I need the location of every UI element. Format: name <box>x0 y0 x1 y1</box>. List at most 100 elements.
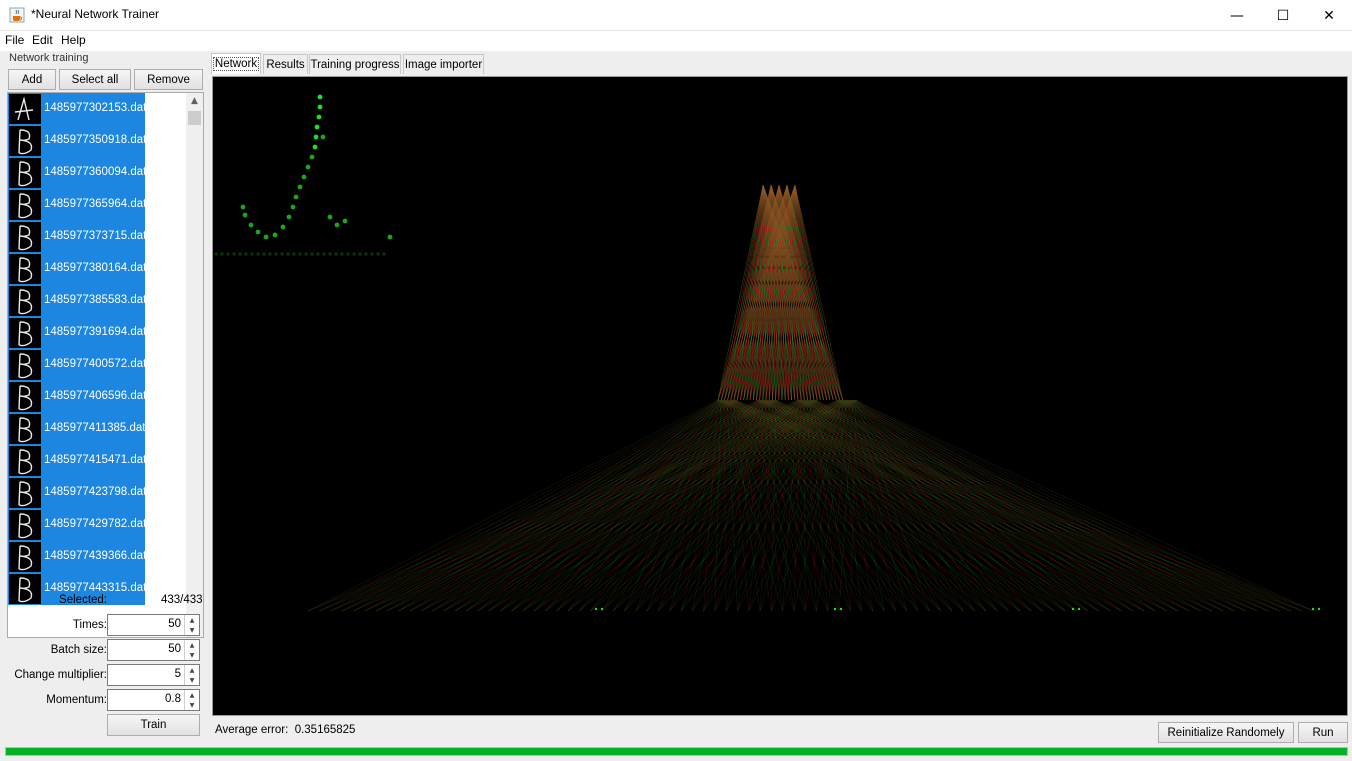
spinner-up-icon[interactable]: ▲ <box>185 640 199 650</box>
list-item[interactable]: 1485977385583.dat <box>8 285 147 317</box>
list-item[interactable]: 1485977439366.dat <box>8 541 147 573</box>
file-name: 1485977365964.dat <box>44 198 147 210</box>
file-name: 1485977439366.dat <box>44 550 147 562</box>
file-name: 1485977380164.dat <box>44 262 147 274</box>
list-item[interactable]: 1485977380164.dat <box>8 253 147 285</box>
list-item[interactable]: 1485977411385.dat <box>8 413 145 445</box>
add-button[interactable]: Add <box>8 69 56 90</box>
spinner-down-icon[interactable]: ▼ <box>185 625 199 635</box>
menu-edit[interactable]: Edit <box>32 33 53 47</box>
menu-bar: File Edit Help <box>0 31 1352 51</box>
training-file-list[interactable]: 1485977443315.dat 1485977439366.dat 148597… <box>7 92 204 638</box>
maximize-button[interactable]: ☐ <box>1260 0 1306 31</box>
file-name: 1485977350918.dat <box>44 134 147 146</box>
close-icon: ✕ <box>1323 7 1335 24</box>
image-thumbnail <box>9 286 41 316</box>
image-thumbnail <box>9 478 41 508</box>
list-item[interactable]: 1485977360094.dat <box>8 157 147 189</box>
batch-size-label: Batch size: <box>50 644 107 656</box>
spinner-down-icon[interactable]: ▼ <box>185 650 199 660</box>
list-item[interactable]: 1485977400572.dat <box>8 349 147 381</box>
list-item[interactable]: 1485977391694.dat <box>8 317 147 349</box>
network-visualization[interactable] <box>212 76 1348 716</box>
file-name: 1485977385583.dat <box>44 294 147 306</box>
image-thumbnail <box>9 414 41 444</box>
close-button[interactable]: ✕ <box>1306 0 1352 31</box>
file-name: 1485977391694.dat <box>44 326 147 338</box>
batch-size-spinner[interactable]: 50 ▲ ▼ <box>107 639 200 661</box>
tab-network[interactable]: Network <box>211 53 261 74</box>
change-multiplier-label: Change multiplier: <box>14 669 107 681</box>
file-name: 1485977423798.dat <box>44 486 147 498</box>
list-scrollbar[interactable]: ▲ ▼ <box>186 93 203 637</box>
average-error-label: Average error: <box>215 724 289 736</box>
image-thumbnail <box>9 254 41 284</box>
file-name: 1485977411385.dat <box>44 422 146 434</box>
reinitialize-button[interactable]: Reinitialize Randomely <box>1158 722 1294 743</box>
image-thumbnail <box>9 222 41 252</box>
spinner-up-icon[interactable]: ▲ <box>185 690 199 700</box>
list-item[interactable]: 1485977423798.dat <box>8 477 147 509</box>
tab-results[interactable]: Results <box>263 54 308 74</box>
file-name: 1485977360094.dat <box>44 166 147 178</box>
times-value[interactable]: 50 <box>168 618 181 630</box>
spinner-up-icon[interactable]: ▲ <box>185 665 199 675</box>
momentum-label: Momentum: <box>46 694 107 706</box>
train-button[interactable]: Train <box>107 714 200 736</box>
spinner-down-icon[interactable]: ▼ <box>185 675 199 685</box>
momentum-spinner[interactable]: 0.8 ▲ ▼ <box>107 689 200 711</box>
file-name: 1485977302153.dat <box>44 102 147 114</box>
image-thumbnail <box>9 510 41 540</box>
image-thumbnail <box>9 126 41 156</box>
spinner-down-icon[interactable]: ▼ <box>185 700 199 710</box>
image-thumbnail <box>9 382 41 412</box>
batch-size-value[interactable]: 50 <box>168 643 181 655</box>
spinner-up-icon[interactable]: ▲ <box>185 615 199 625</box>
selected-label: Selected: <box>59 594 107 606</box>
file-name: 1485977443315.dat <box>44 582 147 594</box>
image-thumbnail <box>9 190 41 220</box>
list-item[interactable]: 1485977302153.dat <box>8 93 147 125</box>
minimize-button[interactable]: — <box>1214 0 1260 31</box>
file-name: 1485977415471.dat <box>44 454 147 466</box>
momentum-value[interactable]: 0.8 <box>165 693 181 705</box>
menu-file[interactable]: File <box>5 33 24 47</box>
list-item[interactable]: 1485977373715.dat <box>8 221 146 253</box>
change-multiplier-spinner[interactable]: 5 ▲ ▼ <box>107 664 200 686</box>
list-item[interactable]: 1485977429782.dat <box>8 509 147 541</box>
remove-button[interactable]: Remove <box>134 69 203 90</box>
change-multiplier-value[interactable]: 5 <box>175 668 181 680</box>
training-progress-bar <box>5 747 1348 756</box>
image-thumbnail <box>9 446 41 476</box>
image-thumbnail <box>9 158 41 188</box>
window-title: *Neural Network Trainer <box>31 7 160 21</box>
list-item[interactable]: 1485977365964.dat <box>8 189 147 221</box>
progress-fill <box>6 748 1347 755</box>
tab-training-progress[interactable]: Training progress <box>309 54 401 74</box>
image-thumbnail <box>9 574 41 604</box>
select-all-button[interactable]: Select all <box>59 69 131 90</box>
file-name: 1485977429782.dat <box>44 518 147 530</box>
list-item[interactable]: 1485977406596.dat <box>8 381 146 413</box>
image-thumbnail <box>9 318 41 348</box>
times-label: Times: <box>72 619 107 631</box>
tab-network-label: Network <box>212 57 260 71</box>
selected-count: 433/433 <box>161 594 203 606</box>
java-cup-icon <box>9 7 25 23</box>
average-error-status: Average error: 0.35165825 <box>215 724 355 736</box>
file-name: 1485977400572.dat <box>44 358 147 370</box>
scroll-up-icon[interactable]: ▲ <box>186 93 203 109</box>
image-thumbnail <box>9 350 41 380</box>
network-training-panel: Network training Add Select all Remove 1… <box>5 52 205 740</box>
group-title: Network training <box>9 52 89 64</box>
tab-image-importer[interactable]: Image importer <box>403 54 484 74</box>
menu-help[interactable]: Help <box>61 33 86 47</box>
minimize-icon: — <box>1230 7 1244 24</box>
run-button[interactable]: Run <box>1298 722 1348 743</box>
average-error-value: 0.35165825 <box>294 724 356 736</box>
list-item[interactable]: 1485977350918.dat <box>8 125 147 157</box>
list-item[interactable]: 1485977415471.dat <box>8 445 147 477</box>
scrollbar-thumb[interactable] <box>188 111 201 125</box>
image-thumbnail <box>9 542 41 572</box>
times-spinner[interactable]: 50 ▲ ▼ <box>107 614 200 636</box>
